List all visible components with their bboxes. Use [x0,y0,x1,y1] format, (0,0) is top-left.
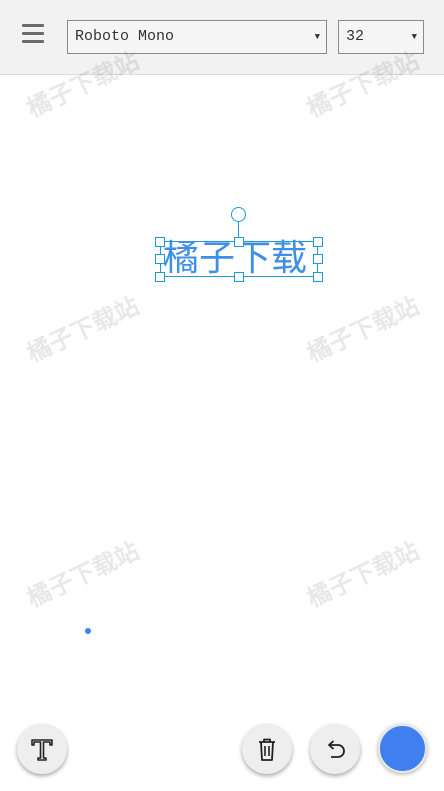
watermark: 橘子下载站 [22,536,144,613]
text-icon [31,739,53,761]
color-picker-button[interactable] [378,724,427,773]
resize-handle-top-right[interactable] [313,237,323,247]
menu-icon[interactable] [20,22,46,46]
delete-button[interactable] [242,724,292,774]
watermark: 橘子下载站 [302,291,424,368]
watermark: 橘子下载站 [22,291,144,368]
resize-handle-top-left[interactable] [155,237,165,247]
resize-handle-bottom-left[interactable] [155,272,165,282]
undo-button[interactable] [310,724,360,774]
text-tool-button[interactable] [17,724,67,774]
resize-handle-right[interactable] [313,254,323,264]
resize-handle-bottom[interactable] [234,272,244,282]
undo-icon [328,740,345,758]
chevron-down-icon: ▼ [411,32,417,42]
brush-dot [85,628,91,634]
watermark: 橘子下载站 [302,536,424,613]
font-family-value: Roboto Mono [75,28,175,45]
chevron-down-icon: ▼ [314,32,320,42]
resize-handle-bottom-right[interactable] [313,272,323,282]
font-family-select[interactable]: Roboto Mono ▼ [67,20,327,54]
rotate-handle[interactable] [231,207,246,222]
resize-handle-left[interactable] [155,254,165,264]
trash-icon [259,738,275,761]
drawing-canvas[interactable]: 橘子下载站 橘子下载站 橘子下载站 橘子下载站 橘子下载站 橘子下载站 橘子下载 [0,47,444,791]
font-size-select[interactable]: 32 ▼ [338,20,424,54]
top-toolbar: Roboto Mono ▼ 32 ▼ [0,0,444,75]
font-size-value: 32 [346,28,365,45]
resize-handle-top[interactable] [234,237,244,247]
